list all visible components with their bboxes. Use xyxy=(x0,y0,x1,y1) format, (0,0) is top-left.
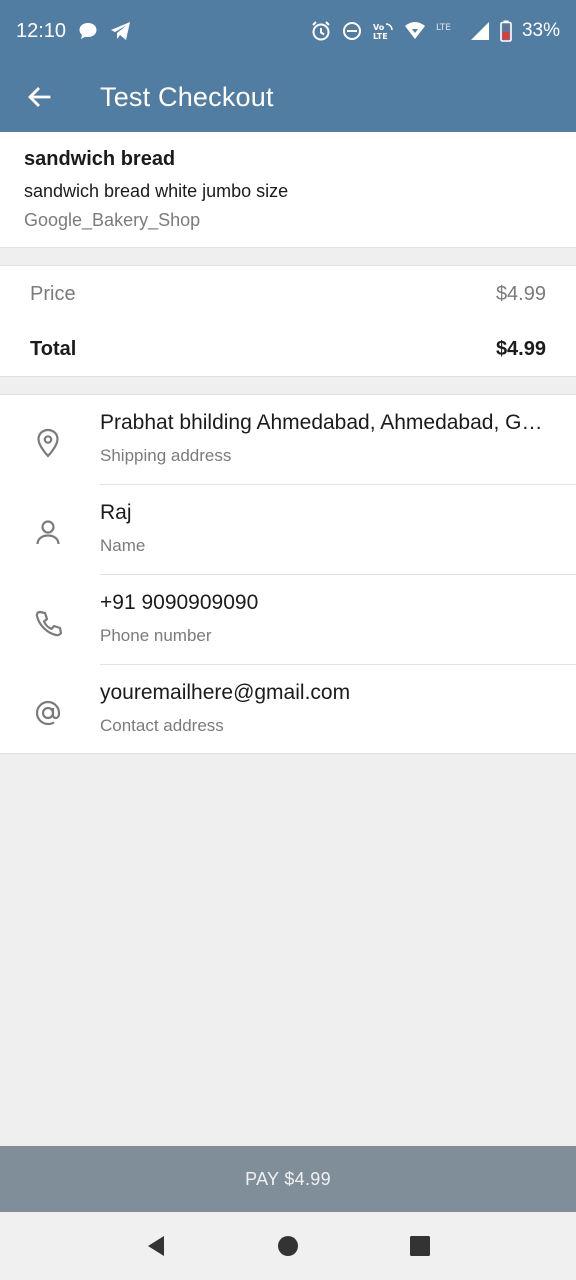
status-bar: 12:10 Vo LTE LTE 33% xyxy=(0,0,576,62)
nav-back-icon xyxy=(144,1234,168,1258)
signal-icon xyxy=(470,21,490,41)
nav-recents-icon xyxy=(408,1234,432,1258)
location-pin-icon xyxy=(28,423,68,463)
name-value: Raj xyxy=(100,501,132,524)
do-not-disturb-icon xyxy=(342,21,362,41)
shipping-address-value: Prabhat bhilding Ahmedabad, Ahmedabad, G… xyxy=(100,411,546,434)
total-label: Total xyxy=(30,338,77,360)
price-summary: Price $4.99 Total $4.99 xyxy=(0,265,576,377)
at-sign-icon xyxy=(28,693,68,733)
lte-text: LTE xyxy=(436,23,451,33)
nav-back-button[interactable] xyxy=(126,1216,186,1276)
price-row: Price $4.99 xyxy=(30,283,546,306)
back-button[interactable] xyxy=(0,62,78,132)
nav-home-icon xyxy=(276,1234,300,1258)
nav-recents-button[interactable] xyxy=(390,1216,450,1276)
battery-icon xyxy=(500,20,512,42)
email-row[interactable]: youremailhere@gmail.com Contact address xyxy=(0,665,576,755)
volte-icon: Vo LTE xyxy=(372,21,394,41)
name-row[interactable]: Raj Name xyxy=(0,485,576,575)
status-right: Vo LTE LTE 33% xyxy=(310,20,560,42)
volte-bottom-text: LTE xyxy=(373,32,388,41)
status-left: 12:10 xyxy=(16,20,132,43)
wifi-icon xyxy=(404,21,426,41)
back-arrow-icon xyxy=(25,83,53,111)
price-label: Price xyxy=(30,283,76,305)
total-value: $4.99 xyxy=(495,338,546,360)
telegram-icon xyxy=(110,21,132,41)
product-card: sandwich bread sandwich bread white jumb… xyxy=(0,132,576,248)
nav-home-button[interactable] xyxy=(258,1216,318,1276)
product-name: sandwich bread xyxy=(24,148,176,170)
battery-percent: 33% xyxy=(521,20,560,41)
phone-row[interactable]: +91 9090909090 Phone number xyxy=(0,575,576,665)
phone-label: Phone number xyxy=(100,626,212,645)
phone-value: +91 9090909090 xyxy=(100,591,259,614)
person-icon xyxy=(28,513,68,553)
app-bar: Test Checkout xyxy=(0,62,576,132)
chat-bubble-icon xyxy=(78,21,98,41)
status-time: 12:10 xyxy=(16,19,67,42)
email-label: Contact address xyxy=(100,716,224,735)
page-title: Test Checkout xyxy=(100,81,274,112)
phone-icon xyxy=(28,603,68,643)
shipping-address-label: Shipping address xyxy=(100,446,232,465)
pay-button[interactable]: PAY $4.99 xyxy=(0,1146,576,1212)
checkout-info: Prabhat bhilding Ahmedabad, Ahmedabad, G… xyxy=(0,394,576,754)
volte-top-text: Vo xyxy=(373,23,385,32)
price-value: $4.99 xyxy=(495,283,546,305)
lte-icon: LTE xyxy=(436,21,460,41)
email-value: youremailhere@gmail.com xyxy=(100,681,351,704)
system-nav-bar xyxy=(0,1212,576,1280)
name-label: Name xyxy=(100,536,146,555)
shipping-address-row[interactable]: Prabhat bhilding Ahmedabad, Ahmedabad, G… xyxy=(0,395,576,485)
alarm-icon xyxy=(310,20,332,42)
shop-name: Google_Bakery_Shop xyxy=(24,210,201,230)
total-row: Total $4.99 xyxy=(30,338,546,361)
product-description: sandwich bread white jumbo size xyxy=(24,181,289,201)
